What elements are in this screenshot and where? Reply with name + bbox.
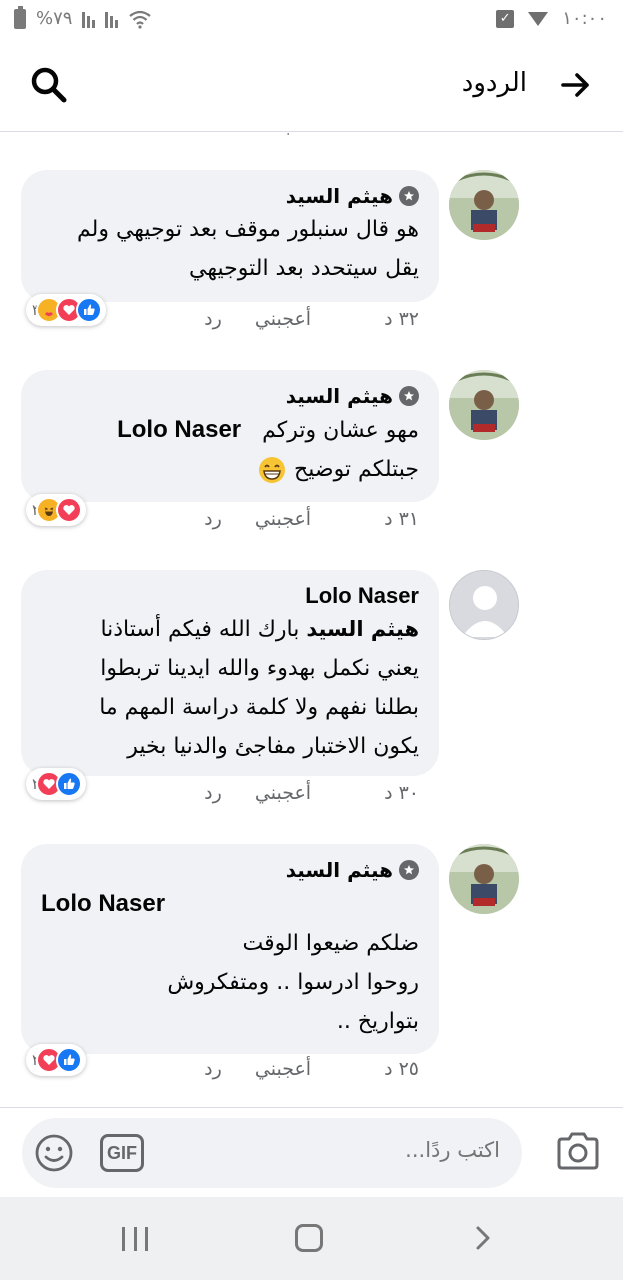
reply-button[interactable]: رد [185,508,241,530]
comment-time: ٣٢ د [384,308,419,330]
battery-percent: %٧٩ [36,8,73,29]
back-icon[interactable] [470,1225,496,1251]
comment-actions: ٣٠ د أعجبني رد [185,782,419,804]
header-bar: الردود [0,40,623,132]
author-name[interactable]: هيثم السيد [286,384,393,408]
reaction-summary[interactable]: ٣ [26,294,107,326]
gif-icon[interactable]: GIF [100,1134,144,1172]
avatar[interactable] [449,370,519,440]
clock: ١٠:٠٠ [562,8,607,29]
reply-composer: GIF [0,1107,623,1197]
comment-item: Lolo Naser هيثم السيد بارك الله فيكم أست… [0,570,623,810]
stray-mark: ' [286,133,291,146]
comment-text-line: جبتلكم توضيح [41,450,419,489]
comment-time: ٢٥ د [384,1058,419,1080]
wifi-icon [129,10,152,29]
like-button[interactable]: أعجبني [241,782,325,804]
comment-bubble: هيثم السيد Lolo Naser ضلكم ضيعوا الوقت ر… [21,844,439,1054]
comment-text-line: بتواريخ .. [336,1009,419,1034]
arrow-right-icon[interactable] [559,68,593,102]
status-right: ✓ ١٠:٠٠ [496,8,607,29]
like-reaction-icon [56,771,83,797]
status-left: %٧٩ [14,5,152,29]
comment-author[interactable]: Lolo Naser [41,582,419,610]
comment-text-line: Lolo Naser [41,884,419,924]
notification-check-icon: ✓ [496,9,515,28]
comment-text-line: بطلنا نفهم ولا كلمة دراسة المهم ما [99,695,419,720]
comment-text-line: هو قال سنبلور موقف بعد توجيهي ولم [76,217,419,242]
comment-time: ٣٠ د [384,782,419,804]
avatar[interactable] [449,844,519,914]
author-name[interactable]: هيثم السيد [286,184,393,208]
mention-link[interactable]: Lolo Naser [117,416,241,443]
page-title: الردود [461,68,527,98]
comment-actions: ٣١ د أعجبني رد [185,508,419,530]
comment-text: بارك الله فيكم أستاذنا [100,617,300,642]
comment-text-line: يعني نكمل بهدوء والله ايدينا تربطوا [100,656,419,681]
reply-input[interactable] [300,1138,500,1162]
mention-link[interactable]: هيثم السيد [306,617,419,641]
comment-author[interactable]: هيثم السيد [41,382,419,410]
like-button[interactable]: أعجبني [241,508,325,530]
grinning-emoji [259,457,286,483]
comment-actions: ٣٢ د أعجبني رد [185,308,419,330]
comment-time: ٣١ د [384,508,419,530]
replies-list[interactable]: ' هيثم السيد هو قال سنبلور موقف بعد توجي… [0,133,623,1106]
comment-author[interactable]: هيثم السيد [41,182,419,210]
comment-text-line: مهو عشان وتركم Lolo Naser [41,410,419,450]
recent-apps-icon[interactable] [122,1227,148,1251]
comment-item: هيثم السيد هو قال سنبلور موقف بعد توجيهي… [0,170,623,340]
comment-bubble: Lolo Naser هيثم السيد بارك الله فيكم أست… [21,570,439,776]
shield-star-icon [399,860,419,880]
comment-item: هيثم السيد مهو عشان وتركم Lolo Naser جبت… [0,370,623,540]
reply-button[interactable]: رد [185,308,241,330]
avatar[interactable] [449,170,519,240]
home-icon[interactable] [295,1224,323,1252]
love-reaction-icon [56,497,83,523]
system-nav-bar [0,1197,623,1280]
like-button[interactable]: أعجبني [241,308,325,330]
signal-icon [105,10,119,28]
signal-icon [82,10,96,28]
comment-text-line: هيثم السيد بارك الله فيكم أستاذنا [41,610,419,649]
reply-button[interactable]: رد [185,782,241,804]
reply-input-container[interactable]: GIF [22,1118,522,1188]
download-icon [528,11,549,26]
comment-text: جبتلكم توضيح [294,457,419,482]
like-reaction-icon [76,297,103,323]
mention-link[interactable]: Lolo Naser [41,890,165,917]
battery-icon [14,5,26,29]
comment-text: مهو عشان وتركم [262,418,419,443]
shield-star-icon [399,386,419,406]
status-bar: %٧٩ ✓ ١٠:٠٠ [0,0,623,40]
emoji-icon[interactable] [32,1131,76,1175]
reaction-summary[interactable]: ٢ [26,494,87,526]
author-name[interactable]: Lolo Naser [305,583,419,609]
reply-button[interactable]: رد [185,1058,241,1080]
like-button[interactable]: أعجبني [241,1058,325,1080]
comment-text-line: روحوا ادرسوا .. ومتفكروش [167,970,419,995]
author-name[interactable]: هيثم السيد [286,858,393,882]
comment-text-line: يقل سيتحدد بعد التوجيهي [189,256,419,281]
reaction-summary[interactable]: ٢ [26,1044,87,1076]
comment-text-line: يكون الاختبار مفاجئ والدنيا بخير [127,734,419,759]
search-icon[interactable] [28,64,70,106]
comment-item: هيثم السيد Lolo Naser ضلكم ضيعوا الوقت ر… [0,844,623,1106]
comment-text-line: ضلكم ضيعوا الوقت [242,931,419,956]
comment-bubble: هيثم السيد هو قال سنبلور موقف بعد توجيهي… [21,170,439,302]
comment-author[interactable]: هيثم السيد [41,856,419,884]
camera-icon[interactable] [555,1130,601,1172]
like-reaction-icon [56,1047,83,1073]
comment-bubble: هيثم السيد مهو عشان وتركم Lolo Naser جبت… [21,370,439,502]
avatar[interactable] [449,570,519,640]
comment-actions: ٢٥ د أعجبني رد [185,1058,419,1080]
shield-star-icon [399,186,419,206]
reaction-summary[interactable]: ٢ [26,768,87,800]
